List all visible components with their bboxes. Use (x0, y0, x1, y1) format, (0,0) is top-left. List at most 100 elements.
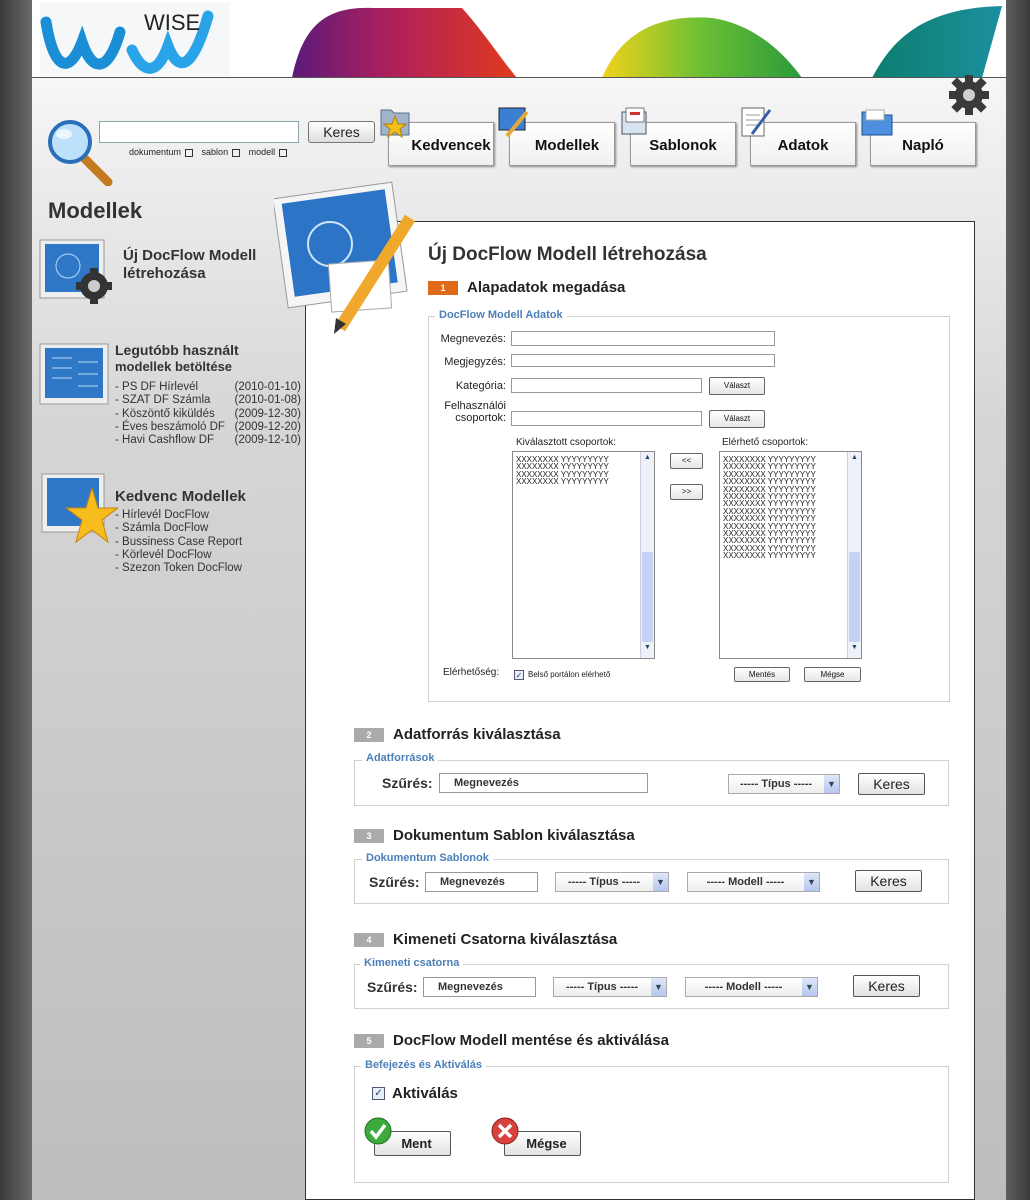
name-filter-field[interactable]: Megnevezés (423, 977, 536, 997)
step-title: Kimeneti Csatorna kiválasztása (393, 931, 618, 948)
activation-fieldset (354, 1066, 949, 1183)
recent-model-item[interactable]: - PS DF Hírlevél (2010-01-10) (115, 381, 301, 394)
chevron-down-icon[interactable]: ▼ (824, 775, 839, 793)
user-groups-label: Felhasználói csoportok: (444, 400, 506, 424)
favorite-model-item[interactable]: - Hírlevél DocFlow (115, 509, 242, 522)
activate-checkbox[interactable]: ✓ (372, 1087, 385, 1100)
document-pen-icon (741, 107, 772, 137)
scope-label-sablon: sablon (201, 147, 229, 157)
scope-checkbox-modell[interactable] (279, 148, 288, 157)
favorite-model-item[interactable]: - Körlevél DocFlow (115, 549, 242, 562)
blueprint-icon (498, 107, 529, 138)
step-number: 2 (354, 727, 384, 742)
step-number: 5 (354, 1033, 384, 1048)
chevron-down-icon[interactable]: ▼ (653, 873, 668, 891)
app-frame: WISE Keres dokumentum sablon modell Kedv… (32, 0, 1006, 1200)
filter-label: Szűrés: (369, 874, 420, 890)
model-data-fieldset (428, 316, 950, 702)
recent-model-item[interactable]: - SZAT DF Számla (2010-01-08) (115, 394, 301, 407)
tab-label: Adatok (777, 136, 829, 154)
search-input[interactable] (99, 121, 299, 143)
category-choose-button[interactable]: Választ (709, 377, 765, 395)
search-button[interactable]: Keres (858, 773, 925, 795)
check-icon (364, 1117, 392, 1145)
scroll-down-icon[interactable]: ▼ (641, 644, 654, 656)
tab-label: Kedvencek (411, 136, 491, 154)
save-button[interactable]: Mentés (734, 667, 790, 682)
gear-icon[interactable] (944, 72, 994, 118)
recent-model-item[interactable]: - Havi Cashflow DF (2009-12-10) (115, 434, 301, 447)
banner: WISE (32, 0, 1006, 78)
blueprint-pencil-icon (274, 181, 416, 334)
filter-label: Szűrés: (367, 979, 418, 995)
type-select[interactable]: ----- Típus ----- ▼ (555, 872, 669, 892)
chevron-down-icon[interactable]: ▼ (651, 978, 666, 996)
name-filter-field[interactable]: Megnevezés (439, 773, 648, 793)
scroll-up-icon[interactable]: ▲ (641, 454, 654, 466)
favorite-model-item[interactable]: - Szezon Token DocFlow (115, 562, 242, 575)
scroll-thumb[interactable] (642, 552, 653, 642)
scrollbar[interactable]: ▲ ▼ (640, 452, 654, 658)
tab-label: Sablonok (649, 136, 717, 154)
selected-groups-list[interactable]: XXXXXXXX YYYYYYYYY XXXXXXXX YYYYYYYYY XX… (512, 451, 655, 659)
name-label: Megnevezés: (440, 333, 506, 345)
model-select[interactable]: ----- Modell ----- ▼ (685, 977, 818, 997)
selected-groups-title: Kiválasztott csoportok: (516, 437, 617, 448)
model-select[interactable]: ----- Modell ----- ▼ (687, 872, 820, 892)
move-left-button[interactable]: << (670, 453, 703, 469)
new-model-icon[interactable] (38, 234, 120, 310)
step-2-header: 2 Adatforrás kiválasztása (354, 726, 561, 743)
available-groups-list[interactable]: XXXXXXXX YYYYYYYYY XXXXXXXX YYYYYYYYY XX… (719, 451, 862, 659)
user-groups-field[interactable] (511, 411, 702, 426)
filter-label: Szűrés: (382, 775, 433, 791)
scroll-up-icon[interactable]: ▲ (848, 454, 861, 466)
fieldset-legend: Befejezés és Aktiválás (361, 1059, 486, 1071)
scope-checkbox-sablon[interactable] (232, 148, 241, 157)
category-field[interactable] (511, 378, 702, 393)
chevron-down-icon[interactable]: ▼ (804, 873, 819, 891)
type-select[interactable]: ----- Típus ----- ▼ (728, 774, 840, 794)
list-item[interactable]: XXXXXXXX YYYYYYYYY (516, 477, 651, 485)
step-number: 1 (428, 280, 458, 295)
scrollbar[interactable]: ▲ ▼ (847, 452, 861, 658)
move-right-button[interactable]: >> (670, 484, 703, 500)
availability-checkbox[interactable]: ✓ (514, 670, 524, 680)
recent-model-item[interactable]: - Éves beszámoló DF (2009-12-20) (115, 421, 301, 434)
step-number: 4 (354, 932, 384, 947)
favorite-models-icon (41, 473, 118, 544)
activate-label: Aktiválás (392, 1085, 458, 1102)
recent-model-item[interactable]: - Köszöntő kiküldés (2009-12-30) (115, 408, 301, 421)
favorite-models-list: - Hírlevél DocFlow - Számla DocFlow - Bu… (115, 509, 242, 575)
cancel-button[interactable]: Mégse (804, 667, 861, 682)
new-model-link[interactable]: Új DocFlow Modell létrehozása (123, 247, 283, 283)
favorite-models-title: Kedvenc Modellek (115, 488, 246, 505)
search-button[interactable]: Keres (853, 975, 920, 997)
favorite-model-item[interactable]: - Bussiness Case Report (115, 536, 242, 549)
tab-label: Napló (902, 136, 944, 154)
close-icon (491, 1117, 519, 1145)
chevron-down-icon[interactable]: ▼ (802, 978, 817, 996)
step-3-header: 3 Dokumentum Sablon kiválasztása (354, 827, 635, 844)
user-groups-choose-button[interactable]: Választ (709, 410, 765, 428)
scroll-thumb[interactable] (849, 552, 860, 642)
search-button[interactable]: Keres (308, 121, 375, 143)
search-button[interactable]: Keres (855, 870, 922, 892)
type-select[interactable]: ----- Típus ----- ▼ (553, 977, 667, 997)
name-field[interactable] (511, 331, 775, 346)
category-label: Kategória: (455, 380, 506, 392)
scope-checkbox-dokumentum[interactable] (185, 148, 194, 157)
note-field[interactable] (511, 354, 775, 367)
search-scope: dokumentum sablon modell (129, 147, 288, 157)
scroll-down-icon[interactable]: ▼ (848, 644, 861, 656)
page-title: Új DocFlow Modell létrehozása (428, 244, 707, 265)
favorite-model-item[interactable]: - Számla DocFlow (115, 522, 242, 535)
name-filter-field[interactable]: Megnevezés (425, 872, 538, 892)
list-item[interactable]: XXXXXXXX YYYYYYYYY (723, 552, 858, 560)
step-1-header: 1 Alapadatok megadása (428, 279, 625, 296)
recent-models-title: Legutóbb használt (115, 342, 239, 358)
recent-models-list: - PS DF Hírlevél (2010-01-10) - SZAT DF S… (115, 381, 301, 447)
sidebar-title: Modellek (48, 198, 143, 223)
banner-ribbons (292, 6, 1002, 77)
fieldset-legend: DocFlow Modell Adatok (435, 309, 567, 321)
note-label: Megjegyzés: (444, 356, 506, 368)
